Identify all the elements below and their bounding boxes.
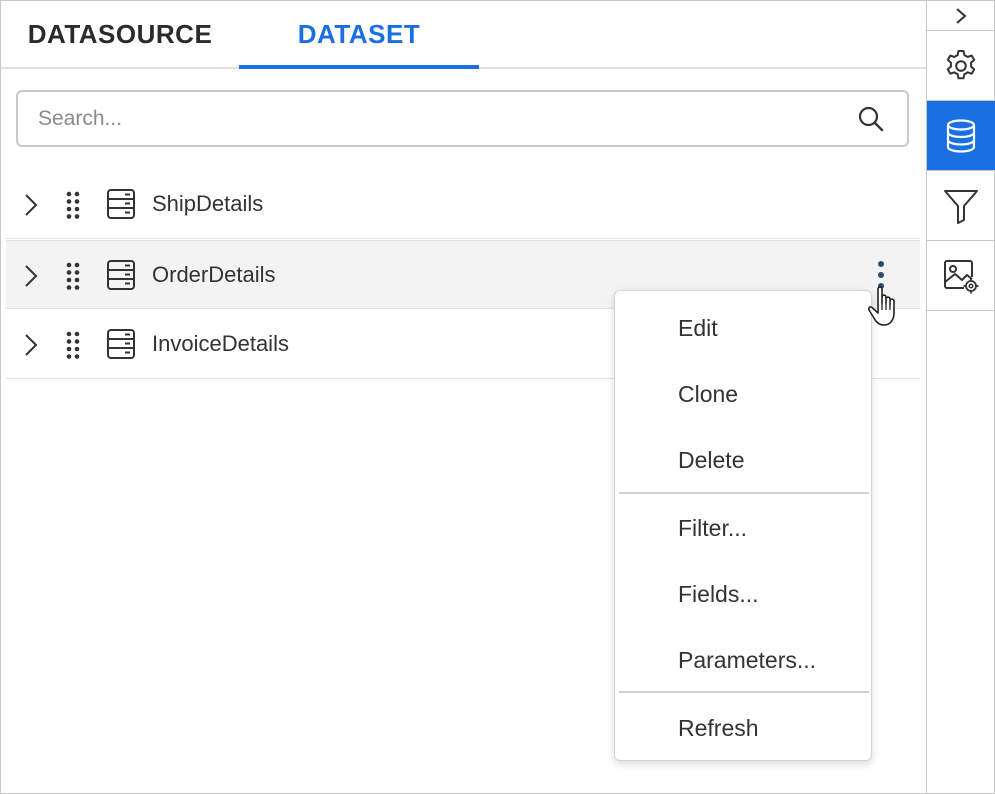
chevron-right-icon[interactable] — [22, 332, 40, 358]
chevron-right-icon[interactable] — [22, 192, 40, 218]
right-sidebar — [926, 1, 995, 793]
menu-item-edit[interactable]: Edit — [615, 294, 871, 360]
image-settings-icon — [944, 259, 979, 293]
drag-handle-icon[interactable] — [64, 190, 82, 220]
tab-bar: DATASOURCE DATASET — [1, 1, 926, 69]
dataset-icon — [107, 329, 135, 359]
dataset-label: InvoiceDetails — [152, 331, 289, 356]
dataset-row-shipdetails[interactable]: ShipDetails — [6, 170, 920, 239]
filter-icon — [944, 189, 978, 224]
dataset-icon — [107, 260, 135, 290]
chevron-right-icon[interactable] — [22, 263, 40, 289]
menu-item-filter[interactable]: Filter... — [615, 494, 871, 560]
hand-cursor-icon — [867, 286, 895, 326]
sidebar-collapse-button[interactable] — [927, 1, 995, 31]
menu-item-fields[interactable]: Fields... — [615, 560, 871, 626]
search-input[interactable] — [38, 102, 838, 136]
database-icon — [946, 118, 976, 153]
search-icon[interactable] — [857, 105, 885, 133]
tab-datasource[interactable]: DATASOURCE — [1, 1, 239, 67]
sidebar-item-data[interactable] — [927, 101, 995, 171]
tab-dataset[interactable]: DATASET — [239, 1, 479, 67]
sidebar-item-filter[interactable] — [927, 171, 995, 241]
menu-item-refresh[interactable]: Refresh — [615, 694, 871, 760]
menu-item-delete[interactable]: Delete — [615, 426, 871, 492]
drag-handle-icon[interactable] — [64, 330, 82, 360]
dataset-label: ShipDetails — [152, 191, 264, 216]
gear-icon — [946, 49, 976, 79]
sidebar-item-properties[interactable] — [927, 31, 995, 101]
search-box — [16, 90, 909, 147]
dataset-icon — [107, 189, 135, 219]
active-tab-indicator — [239, 65, 479, 69]
dataset-context-menu: Edit Clone Delete Filter... Fields... Pa… — [614, 290, 872, 761]
sidebar-item-image-settings[interactable] — [927, 241, 995, 311]
drag-handle-icon[interactable] — [64, 261, 82, 291]
menu-separator — [619, 691, 869, 693]
menu-item-clone[interactable]: Clone — [615, 360, 871, 426]
dataset-label: OrderDetails — [152, 262, 276, 287]
menu-item-parameters[interactable]: Parameters... — [615, 626, 871, 692]
chevron-right-icon — [956, 7, 967, 24]
